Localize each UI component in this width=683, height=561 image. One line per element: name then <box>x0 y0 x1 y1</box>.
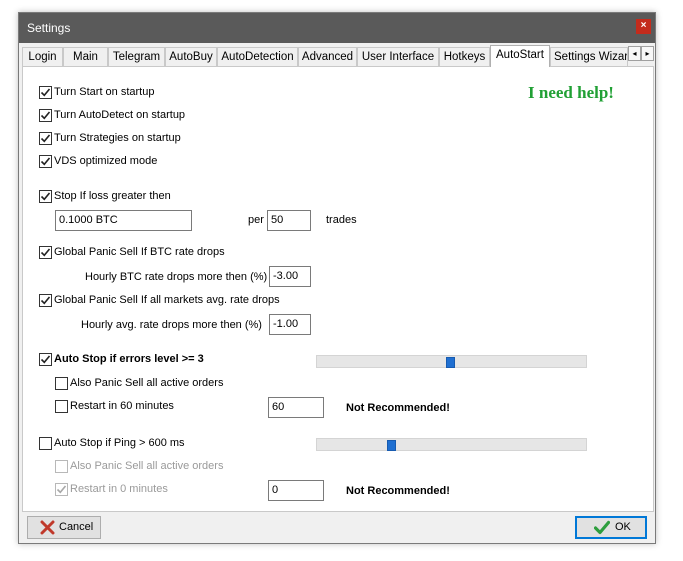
checkmark-icon <box>40 296 51 305</box>
errors-warning-text: Not Recommended! <box>346 402 450 414</box>
tab-user-interface[interactable]: User Interface <box>357 47 439 66</box>
window-title: Settings <box>27 21 71 35</box>
checkbox-box[interactable] <box>39 246 52 259</box>
ping-restart-minutes-input[interactable]: 0 <box>268 480 324 501</box>
checkbox-box[interactable] <box>39 353 52 366</box>
checkbox-label: Restart in 60 minutes <box>70 400 174 412</box>
tab-autobuy[interactable]: AutoBuy <box>165 47 217 66</box>
cancel-button-label: Cancel <box>59 521 94 533</box>
checkbox-box[interactable] <box>39 86 52 99</box>
checkmark-icon <box>40 157 51 166</box>
tab-main[interactable]: Main <box>63 47 108 66</box>
checkbox-label: Also Panic Sell all active orders <box>70 377 224 389</box>
checkbox-label: Auto Stop if errors level >= 3 <box>54 353 204 365</box>
errors-restart-minutes-input[interactable]: 60 <box>268 397 324 418</box>
checkmark-icon <box>40 355 51 364</box>
checkbox-box <box>55 460 68 473</box>
checkbox-box[interactable] <box>39 109 52 122</box>
chevron-left-icon: ◂ <box>632 49 637 58</box>
tab-telegram[interactable]: Telegram <box>108 47 165 66</box>
checkbox-label: Restart in 0 minutes <box>70 483 168 495</box>
help-link[interactable]: I need help! <box>528 83 614 103</box>
tab-login[interactable]: Login <box>22 47 63 66</box>
ping-level-slider[interactable] <box>316 438 587 451</box>
errors-level-slider[interactable] <box>316 355 587 368</box>
checkbox-box[interactable] <box>55 400 68 413</box>
title-bar: Settings × <box>19 13 655 43</box>
tab-scroll-right-button[interactable]: ▸ <box>641 46 654 61</box>
per-trades-input[interactable]: 50 <box>267 210 311 231</box>
stop-loss-amount-input[interactable]: 0.1000 BTC <box>55 210 192 231</box>
checkbox-label: Global Panic Sell If all markets avg. ra… <box>54 294 280 306</box>
cancel-x-icon <box>40 520 55 535</box>
chevron-right-icon: ▸ <box>645 49 650 58</box>
checkbox-label: VDS optimized mode <box>54 155 158 167</box>
hourly-avg-label: Hourly avg. rate drops more then (%) <box>81 319 262 331</box>
close-icon: × <box>640 20 647 31</box>
checkbox-box <box>55 483 68 496</box>
hourly-avg-input[interactable]: -1.00 <box>269 314 311 335</box>
slider-thumb[interactable] <box>387 440 396 451</box>
checkmark-icon <box>40 192 51 201</box>
checkbox-box[interactable] <box>39 132 52 145</box>
tab-strip: Login Main Telegram AutoBuy AutoDetectio… <box>22 45 654 67</box>
checkbox-box[interactable] <box>39 155 52 168</box>
ok-button-label: OK <box>615 521 631 533</box>
checkmark-icon <box>40 248 51 257</box>
hourly-btc-label: Hourly BTC rate drops more then (%) <box>85 271 268 283</box>
tab-autodetection[interactable]: AutoDetection <box>217 47 298 66</box>
checkmark-icon <box>40 88 51 97</box>
checkbox-box[interactable] <box>39 190 52 203</box>
settings-window: Settings × Login Main Telegram AutoBuy A… <box>18 12 656 544</box>
checkbox-label: Turn Start on startup <box>54 86 155 98</box>
checkbox-label: Turn Strategies on startup <box>54 132 181 144</box>
checkmark-icon <box>40 134 51 143</box>
checkbox-label: Global Panic Sell If BTC rate drops <box>54 246 225 258</box>
hourly-btc-input[interactable]: -3.00 <box>269 266 311 287</box>
checkbox-label: Turn AutoDetect on startup <box>54 109 186 121</box>
per-label: per <box>248 214 264 226</box>
ping-warning-text: Not Recommended! <box>346 485 450 497</box>
tab-settings-wizard[interactable]: Settings Wizard <box>550 47 628 66</box>
close-button[interactable]: × <box>636 19 651 34</box>
tab-advanced[interactable]: Advanced <box>298 47 357 66</box>
checkmark-icon <box>40 111 51 120</box>
checkmark-icon <box>56 485 67 494</box>
checkbox-label: Stop If loss greater then <box>54 190 171 202</box>
checkbox-box[interactable] <box>39 437 52 450</box>
ok-button[interactable]: OK <box>575 516 647 539</box>
checkbox-box[interactable] <box>39 294 52 307</box>
trades-label: trades <box>326 214 357 226</box>
checkbox-label: Auto Stop if Ping > 600 ms <box>54 437 185 449</box>
tab-autostart[interactable]: AutoStart <box>490 45 550 67</box>
checkbox-box[interactable] <box>55 377 68 390</box>
tab-scroll-left-button[interactable]: ◂ <box>628 46 641 61</box>
slider-thumb[interactable] <box>446 357 455 368</box>
tab-hotkeys[interactable]: Hotkeys <box>439 47 490 66</box>
cancel-button[interactable]: Cancel <box>27 516 101 539</box>
checkbox-label: Also Panic Sell all active orders <box>70 460 224 472</box>
checkmark-icon <box>594 520 610 535</box>
